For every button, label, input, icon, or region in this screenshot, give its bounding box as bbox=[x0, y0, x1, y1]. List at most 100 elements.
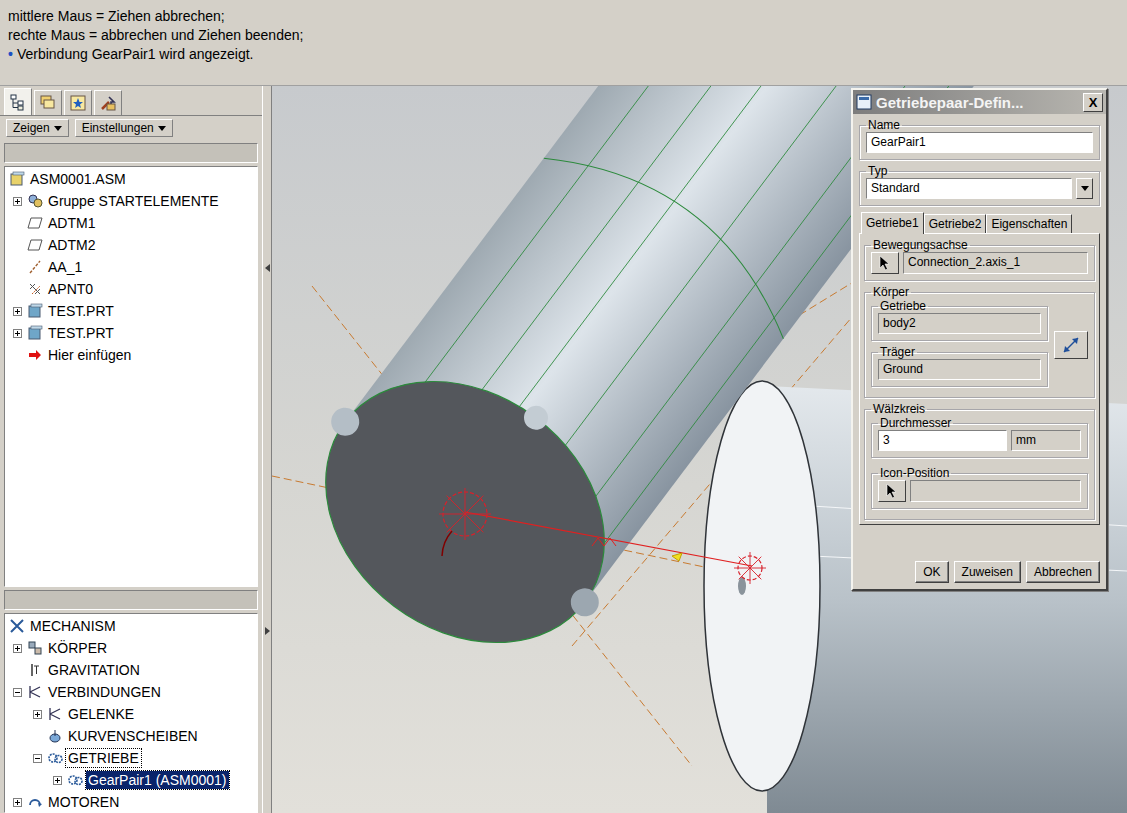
tree-item-label[interactable]: ADTM2 bbox=[46, 236, 97, 254]
collapse-icon[interactable] bbox=[33, 754, 42, 763]
model-tree-item[interactable]: ADTM2 bbox=[5, 234, 257, 256]
tree-item-label[interactable]: MECHANISM bbox=[28, 617, 118, 635]
tools-icon bbox=[99, 94, 117, 112]
model-tree-item[interactable]: AA_1 bbox=[5, 256, 257, 278]
tree-item-label[interactable]: GRAVITATION bbox=[46, 661, 142, 679]
expander[interactable] bbox=[11, 217, 24, 230]
mechanism-header-strip bbox=[4, 590, 258, 610]
expander[interactable] bbox=[11, 305, 24, 318]
model-tree-item[interactable]: APNT0 bbox=[5, 278, 257, 300]
expand-right-icon[interactable] bbox=[265, 627, 270, 635]
model-tree-item[interactable]: Hier einfügen bbox=[5, 344, 257, 366]
tree-menu-button[interactable]: Zeigen bbox=[6, 119, 69, 137]
gear2-marker[interactable] bbox=[734, 552, 766, 584]
tree-item-label[interactable]: Hier einfügen bbox=[46, 346, 133, 364]
expand-icon[interactable] bbox=[13, 307, 22, 316]
model-tree-item[interactable]: ASM0001.ASM bbox=[5, 168, 257, 190]
expander[interactable] bbox=[11, 796, 24, 809]
diameter-field[interactable]: 3 bbox=[878, 430, 1007, 451]
expander[interactable] bbox=[11, 664, 24, 677]
mechanism-tree-item[interactable]: MOTOREN bbox=[5, 791, 257, 813]
dialog-button[interactable]: Abbrechen bbox=[1026, 561, 1100, 583]
tree-menu-button[interactable]: Einstellungen bbox=[75, 119, 173, 137]
tree-item-label[interactable]: TEST.PRT bbox=[46, 302, 116, 320]
dropdown-arrow-icon bbox=[1081, 186, 1089, 191]
mechanism-tree-item[interactable]: GRAVITATION bbox=[5, 659, 257, 681]
datum-point-icon bbox=[27, 281, 43, 297]
mechanism-tree-item[interactable]: KURVENSCHEIBEN bbox=[5, 725, 257, 747]
dialog-button[interactable]: Zuweisen bbox=[954, 561, 1021, 583]
type-value[interactable]: Standard bbox=[866, 178, 1072, 199]
tree-item-label[interactable]: APNT0 bbox=[46, 280, 95, 298]
expand-icon[interactable] bbox=[13, 197, 22, 206]
mechanism-tree-item[interactable]: KÖRPER bbox=[5, 637, 257, 659]
model-tree-item[interactable]: Gruppe STARTELEMENTE bbox=[5, 190, 257, 212]
navigator-tab[interactable] bbox=[34, 90, 62, 115]
expander[interactable] bbox=[11, 686, 24, 699]
mechanism-tree-item[interactable]: MECHANISM bbox=[5, 615, 257, 637]
tree-item-label[interactable]: VERBINDUNGEN bbox=[46, 683, 163, 701]
expander[interactable] bbox=[11, 239, 24, 252]
mechanism-tree-item[interactable]: GELENKE bbox=[5, 703, 257, 725]
bodies-fields: Getriebebody2TrägerGround bbox=[871, 299, 1048, 391]
tree-item-label[interactable]: AA_1 bbox=[46, 258, 84, 276]
expander[interactable] bbox=[31, 708, 44, 721]
expander[interactable] bbox=[11, 195, 24, 208]
tree-toolbar: Zeigen Einstellungen bbox=[0, 116, 262, 140]
navigator-tab[interactable] bbox=[4, 88, 32, 115]
tree-item-label[interactable]: GELENKE bbox=[66, 705, 136, 723]
select-axis-button[interactable] bbox=[871, 252, 899, 274]
collapse-icon[interactable] bbox=[13, 688, 22, 697]
tree-item-label[interactable]: KÖRPER bbox=[46, 639, 109, 657]
expander[interactable] bbox=[11, 642, 24, 655]
tree-item-label[interactable]: MOTOREN bbox=[46, 793, 121, 811]
expander[interactable] bbox=[11, 349, 24, 362]
tree-item-label[interactable]: ADTM1 bbox=[46, 214, 97, 232]
expand-icon[interactable] bbox=[13, 644, 22, 653]
expander[interactable] bbox=[31, 752, 44, 765]
model-tree-item[interactable]: ADTM1 bbox=[5, 212, 257, 234]
mechanism-tree-item[interactable]: VERBINDUNGEN bbox=[5, 681, 257, 703]
navigator-tab[interactable] bbox=[64, 90, 92, 115]
name-field[interactable]: GearPair1 bbox=[866, 132, 1093, 153]
expand-icon[interactable] bbox=[33, 710, 42, 719]
tree-item-label[interactable]: KURVENSCHEIBEN bbox=[66, 727, 200, 745]
dialog-tab[interactable]: Eigenschaften bbox=[986, 214, 1072, 233]
navigator-tab[interactable] bbox=[94, 90, 122, 115]
expander[interactable] bbox=[11, 327, 24, 340]
bodies-icon bbox=[27, 640, 43, 656]
flip-bodies-button[interactable] bbox=[1054, 331, 1088, 359]
tree-item-label[interactable]: ASM0001.ASM bbox=[28, 170, 128, 188]
expand-icon[interactable] bbox=[13, 798, 22, 807]
tree-item-label[interactable]: GearPair1 (ASM0001) bbox=[86, 771, 229, 789]
expander[interactable] bbox=[51, 774, 64, 787]
expand-icon[interactable] bbox=[13, 329, 22, 338]
expander[interactable] bbox=[31, 730, 44, 743]
small-cylinder[interactable] bbox=[704, 381, 1127, 813]
favorites-icon bbox=[69, 94, 87, 112]
model-tree-item[interactable]: TEST.PRT bbox=[5, 300, 257, 322]
model-tree-item[interactable]: TEST.PRT bbox=[5, 322, 257, 344]
panel-splitter[interactable] bbox=[262, 86, 272, 813]
expand-icon[interactable] bbox=[53, 776, 62, 785]
gear-body-field: body2 bbox=[878, 313, 1041, 334]
dialog-button[interactable]: OK bbox=[915, 561, 948, 583]
dialog-title-bar[interactable]: Getriebepaar-Defin...X bbox=[853, 90, 1106, 114]
mechanism-tree-item[interactable]: GearPair1 (ASM0001) bbox=[5, 769, 257, 791]
expander[interactable] bbox=[11, 283, 24, 296]
dialog-tab[interactable]: Getriebe1 bbox=[861, 212, 924, 234]
expander[interactable] bbox=[11, 261, 24, 274]
tree-item-label[interactable]: GETRIEBE bbox=[66, 749, 141, 767]
gear1-marker[interactable] bbox=[439, 488, 491, 540]
mechanism-tree-item[interactable]: GETRIEBE bbox=[5, 747, 257, 769]
select-icon-position-button[interactable] bbox=[878, 480, 906, 502]
dialog-tab[interactable]: Getriebe2 bbox=[924, 214, 987, 233]
group-icon bbox=[27, 193, 43, 209]
close-button[interactable]: X bbox=[1083, 93, 1103, 112]
type-select[interactable]: Standard bbox=[866, 178, 1093, 199]
tree-item-label[interactable]: Gruppe STARTELEMENTE bbox=[46, 192, 221, 210]
type-dropdown-button[interactable] bbox=[1076, 178, 1093, 199]
large-cylinder[interactable] bbox=[272, 86, 1127, 705]
collapse-left-icon[interactable] bbox=[265, 264, 270, 272]
tree-item-label[interactable]: TEST.PRT bbox=[46, 324, 116, 342]
